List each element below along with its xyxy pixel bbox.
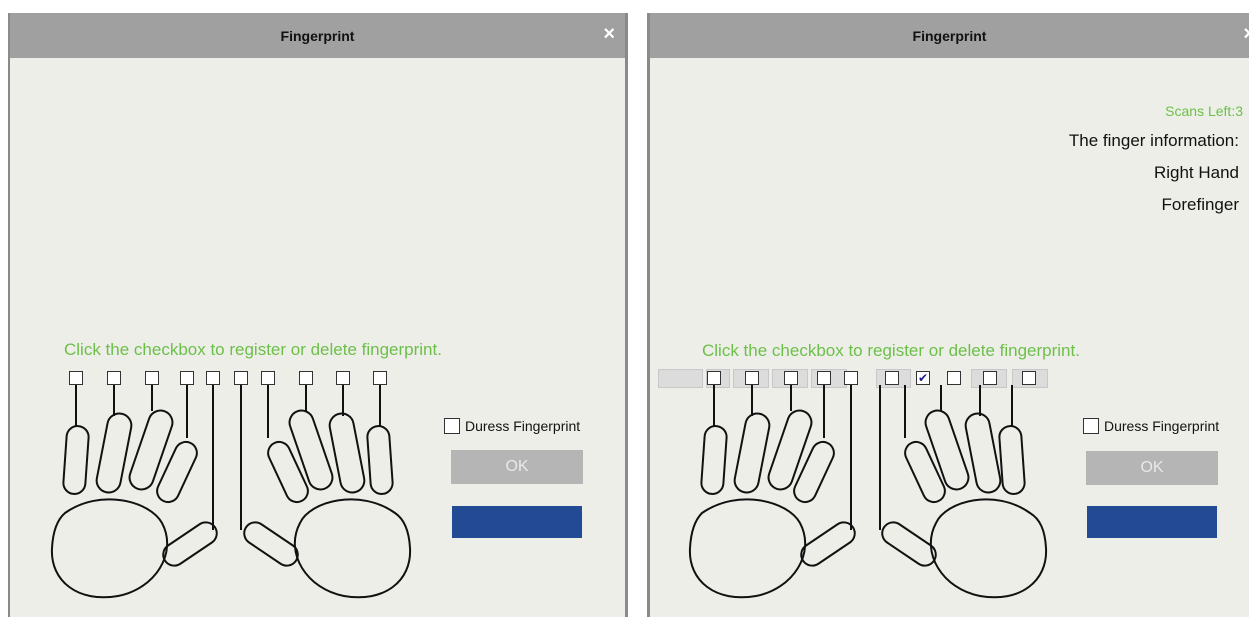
fingerprint-dialog-empty: Fingerprint × Click the checkbox to regi…: [8, 13, 628, 617]
finger-checkbox[interactable]: [844, 371, 858, 385]
finger-checkbox[interactable]: [145, 371, 159, 385]
finger-checkbox[interactable]: [707, 371, 721, 385]
finger-checkbox[interactable]: [745, 371, 759, 385]
finger-checkbox[interactable]: [180, 371, 194, 385]
duress-checkbox[interactable]: [444, 418, 460, 434]
finger-checkbox-checked[interactable]: ✔: [916, 371, 930, 385]
duress-fingerprint-option[interactable]: Duress Fingerprint: [444, 418, 580, 434]
duress-label: Duress Fingerprint: [465, 418, 581, 434]
finger-checkbox[interactable]: [299, 371, 313, 385]
finger-checkbox[interactable]: [107, 371, 121, 385]
duress-checkbox[interactable]: [1083, 418, 1099, 434]
finger-checkbox[interactable]: [817, 371, 831, 385]
finger-checkbox[interactable]: [885, 371, 899, 385]
primary-action-button[interactable]: [452, 506, 582, 538]
finger-checkbox[interactable]: [983, 371, 997, 385]
finger-checkbox[interactable]: [206, 371, 220, 385]
ok-button[interactable]: OK: [1086, 451, 1218, 485]
finger-checkbox[interactable]: [784, 371, 798, 385]
finger-checkbox[interactable]: [69, 371, 83, 385]
ok-button[interactable]: OK: [451, 450, 583, 484]
finger-checkbox[interactable]: [261, 371, 275, 385]
fingerprint-dialog-registering: Fingerprint × Scans Left:3 The finger in…: [647, 13, 1249, 617]
finger-checkbox[interactable]: [234, 371, 248, 385]
finger-checkbox[interactable]: [947, 371, 961, 385]
duress-label: Duress Fingerprint: [1104, 418, 1220, 434]
primary-action-button[interactable]: [1087, 506, 1217, 538]
finger-checkbox[interactable]: [373, 371, 387, 385]
finger-checkbox[interactable]: [336, 371, 350, 385]
duress-fingerprint-option[interactable]: Duress Fingerprint: [1083, 418, 1219, 434]
finger-checkbox[interactable]: [1022, 371, 1036, 385]
